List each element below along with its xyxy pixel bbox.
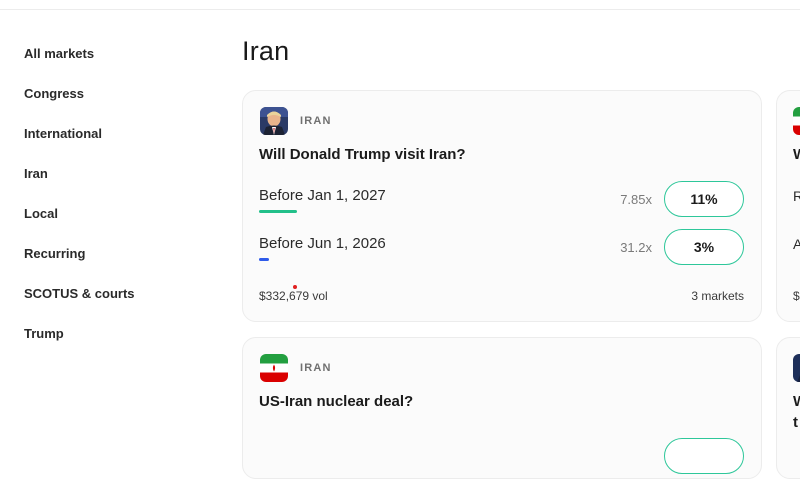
sidebar-item-all-markets[interactable]: All markets	[24, 46, 94, 61]
person-portrait-icon	[793, 354, 800, 382]
outcome-probability-fill	[259, 258, 269, 261]
card-title-line2[interactable]: t	[793, 414, 798, 431]
sidebar-item-trump[interactable]: Trump	[24, 326, 64, 341]
outcome-probability-bar	[259, 258, 349, 261]
outcome-probability-fill	[259, 210, 297, 213]
card-title[interactable]: US-Iran nuclear deal?	[259, 393, 413, 410]
buy-outcome-button[interactable]: 3%	[664, 229, 744, 265]
top-bar	[0, 0, 800, 10]
payout-multiplier: 31.2x	[620, 240, 652, 255]
outcome-label[interactable]: Before Jan 1, 2027	[259, 187, 386, 204]
outcome-label[interactable]: R	[793, 188, 800, 204]
sidebar-item-scotus-courts[interactable]: SCOTUS & courts	[24, 286, 135, 301]
market-card-trump-visit[interactable]: IRAN Will Donald Trump visit Iran? Befor…	[242, 90, 762, 322]
volume-text: $332,679 vol	[259, 289, 328, 303]
sidebar-item-international[interactable]: International	[24, 126, 102, 141]
outcome-probability-bar	[259, 210, 349, 213]
page-title: Iran	[242, 36, 290, 66]
card-title[interactable]: Will Donald Trump visit Iran?	[259, 146, 466, 163]
outcome-label[interactable]: Before Jun 1, 2026	[259, 235, 386, 252]
buy-outcome-button[interactable]: 11%	[664, 181, 744, 217]
market-card-peek[interactable]: W t	[776, 337, 800, 479]
sidebar-item-recurring[interactable]: Recurring	[24, 246, 85, 261]
markets-count: 3 markets	[691, 289, 744, 303]
card-category-tag: IRAN	[300, 115, 332, 127]
card-category-tag: IRAN	[300, 362, 332, 374]
iran-flag-icon	[260, 354, 288, 382]
buy-outcome-button[interactable]	[664, 438, 744, 474]
sidebar-item-iran[interactable]: Iran	[24, 166, 48, 181]
card-title[interactable]: W	[793, 393, 800, 410]
volume-text: $	[793, 289, 800, 303]
sidebar-item-congress[interactable]: Congress	[24, 86, 84, 101]
iran-flag-icon	[793, 107, 800, 135]
market-card-peek[interactable]: W R A $	[776, 90, 800, 322]
sidebar-item-local[interactable]: Local	[24, 206, 58, 221]
payout-multiplier: 7.85x	[620, 192, 652, 207]
card-title[interactable]: W	[793, 146, 800, 163]
outcome-label[interactable]: A	[793, 236, 800, 252]
trump-portrait-icon	[260, 107, 288, 135]
market-card-nuclear-deal[interactable]: IRAN US-Iran nuclear deal?	[242, 337, 762, 479]
